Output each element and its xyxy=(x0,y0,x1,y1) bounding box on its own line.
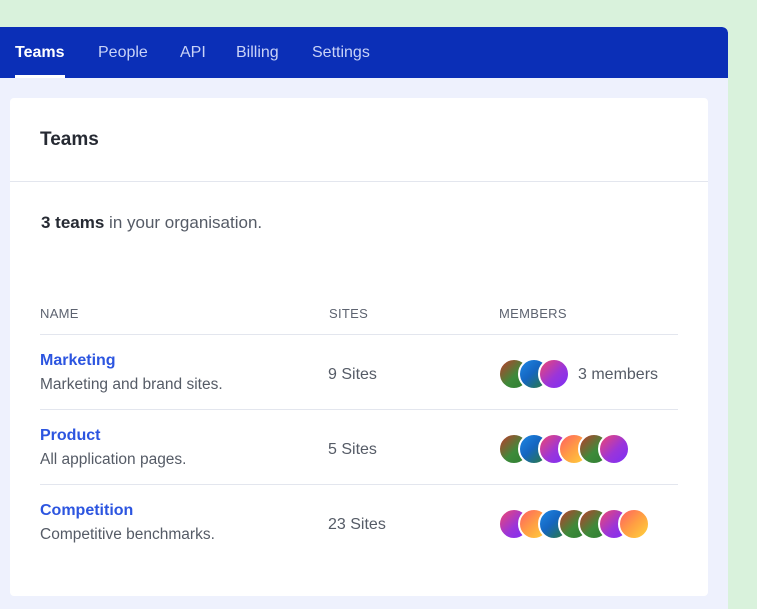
teams-count: 3 teams xyxy=(41,213,105,232)
team-description: Competitive benchmarks. xyxy=(40,526,215,543)
tab-teams-label: Teams xyxy=(15,44,65,61)
teams-summary-suffix: in your organisation. xyxy=(104,213,263,232)
tab-people[interactable]: People xyxy=(98,27,148,78)
teams-card: Teams 3 teams in your organisation. NAME… xyxy=(10,98,708,596)
tab-billing-label: Billing xyxy=(236,44,279,61)
members-count: 3 members xyxy=(578,366,659,383)
team-description: All application pages. xyxy=(40,451,187,468)
team-description: Marketing and brand sites. xyxy=(40,376,223,393)
page-title: Teams xyxy=(40,129,99,150)
top-nav: Teams People API Billing Settings xyxy=(0,27,728,78)
team-name-link[interactable]: Marketing xyxy=(40,352,116,370)
column-header-name: NAME xyxy=(40,306,79,321)
avatar[interactable] xyxy=(538,358,570,390)
tab-billing[interactable]: Billing xyxy=(236,27,279,78)
column-header-members: MEMBERS xyxy=(499,306,567,321)
tab-api-label: API xyxy=(180,44,206,61)
team-sites-count: 5 Sites xyxy=(328,441,377,458)
table-row: Marketing Marketing and brand sites. 9 S… xyxy=(40,334,678,410)
tab-settings-label: Settings xyxy=(312,44,370,61)
card-header: Teams xyxy=(10,98,708,182)
team-sites-count: 9 Sites xyxy=(328,366,377,383)
team-name-link[interactable]: Competition xyxy=(40,502,133,520)
teams-summary: 3 teams in your organisation. xyxy=(41,213,262,233)
active-tab-indicator xyxy=(15,75,65,78)
tab-people-label: People xyxy=(98,44,148,61)
app-window: Teams People API Billing Settings Teams … xyxy=(0,27,728,609)
column-header-sites: SITES xyxy=(329,306,369,321)
tab-teams[interactable]: Teams xyxy=(15,27,65,78)
table-row: Product All application pages. 5 Sites xyxy=(40,409,678,485)
team-name-link[interactable]: Product xyxy=(40,427,100,445)
table-row: Competition Competitive benchmarks. 23 S… xyxy=(40,484,678,560)
tab-api[interactable]: API xyxy=(180,27,206,78)
avatar[interactable] xyxy=(598,433,630,465)
team-sites-count: 23 Sites xyxy=(328,516,386,533)
avatar[interactable] xyxy=(618,508,650,540)
tab-settings[interactable]: Settings xyxy=(312,27,370,78)
